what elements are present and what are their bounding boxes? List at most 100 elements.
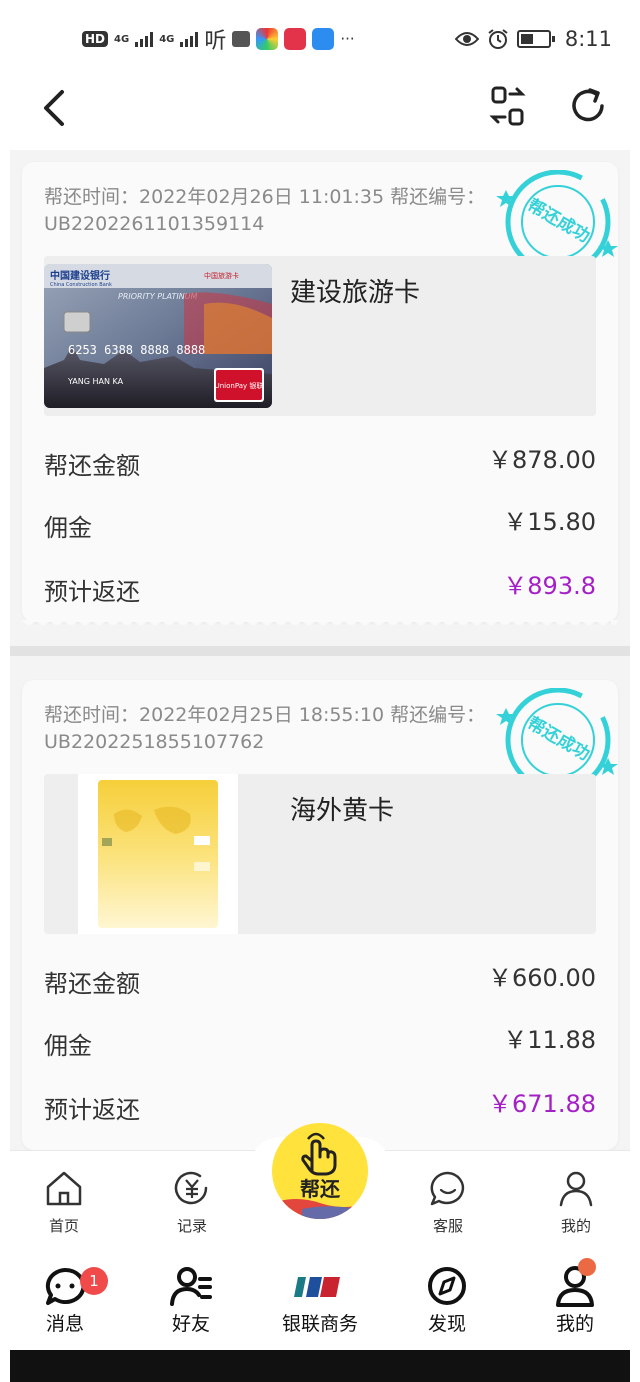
card-info: 海外黄卡	[44, 774, 596, 934]
repayment-records-list: 帮还时间：2022年02月26日 11:01:35 帮还编号： UB220226…	[10, 150, 630, 1150]
host-tab-messages[interactable]: 1 消息	[20, 1265, 110, 1349]
card-number: 6253 6388 8888 8888	[68, 343, 205, 357]
switch-view-button[interactable]	[488, 84, 528, 128]
red-app-icon	[284, 28, 307, 50]
host-tab-unionpay-label: 银联商务	[281, 1313, 358, 1335]
compass-icon	[428, 1267, 466, 1305]
repay-amount-row: 帮还金额 ￥878.00	[44, 440, 596, 480]
record-card[interactable]: 帮还时间：2022年02月25日 18:55:10 帮还编号： UB220225…	[22, 680, 618, 1150]
card-edge-decoration	[22, 620, 618, 625]
app-root: HD 4G 4G 听 ··· 8:11 帮还时间：2022年02月26日 11:…	[0, 0, 640, 1382]
hd-badge: HD	[82, 31, 109, 47]
repay-amount-label: 帮还金额	[44, 970, 140, 998]
return-label: 预计返还	[44, 1096, 140, 1124]
more-notifications: ···	[340, 30, 355, 48]
chevron-left-icon	[44, 90, 64, 126]
tab-help-repay[interactable]: 帮还	[272, 1123, 368, 1219]
back-button[interactable]	[36, 84, 76, 132]
record-meta: 帮还时间：2022年02月26日 11:01:35 帮还编号： UB220226…	[44, 184, 514, 238]
message-app-icon	[232, 31, 251, 47]
refresh-button[interactable]	[566, 84, 610, 128]
record-no-label: 帮还编号：	[390, 704, 486, 726]
return-value: ￥893.8	[503, 572, 596, 600]
fee-label: 佣金	[44, 1032, 92, 1060]
search-app-icon	[312, 28, 335, 50]
tab-records-label: 记录	[176, 1217, 207, 1235]
system-nav-bar	[10, 1350, 630, 1382]
page-header	[0, 78, 640, 138]
card-bank-name: 中国建设银行	[50, 269, 110, 282]
host-nav-bar: 1 消息 好友 银联商务 发现 我的	[10, 1255, 630, 1350]
record-no: UB2202261101359114	[44, 213, 265, 235]
tab-records[interactable]: 记录	[152, 1169, 232, 1247]
card-tag: 中国旅游卡	[204, 271, 239, 280]
card-holder: YANG HAN KA	[67, 377, 124, 386]
yuan-record-icon	[174, 1171, 208, 1205]
signal-icon	[135, 31, 154, 47]
record-no-label: 帮还编号：	[390, 186, 486, 208]
host-tab-messages-label: 消息	[45, 1313, 84, 1335]
section-divider	[10, 646, 630, 656]
record-card[interactable]: 帮还时间：2022年02月26日 11:01:35 帮还编号： UB220226…	[22, 162, 618, 625]
ccb-travel-card-image: 中国建设银行 China Construction Bank 中国旅游卡 PRI…	[44, 264, 272, 408]
tab-service-label: 客服	[432, 1217, 463, 1235]
record-meta: 帮还时间：2022年02月25日 18:55:10 帮还编号： UB220225…	[44, 702, 514, 756]
home-icon	[46, 1171, 82, 1206]
stamp-text: 帮还成功	[524, 195, 593, 247]
status-left: HD 4G 4G 听 ···	[82, 26, 355, 54]
repay-amount-row: 帮还金额 ￥660.00	[44, 958, 596, 998]
notification-dot	[578, 1258, 596, 1276]
network-label-2: 4G	[159, 33, 175, 45]
host-tab-discover-label: 发现	[427, 1313, 466, 1335]
battery-icon	[516, 30, 555, 48]
card-network: UnionPay 银联	[215, 381, 264, 390]
unionpay-logo	[294, 1277, 340, 1297]
friends-icon	[170, 1267, 212, 1306]
repay-amount-value: ￥878.00	[488, 446, 596, 474]
tab-service[interactable]: 客服	[408, 1169, 488, 1247]
ting-app-icon: 听	[204, 29, 227, 54]
return-label: 预计返还	[44, 578, 140, 606]
fee-row: 佣金 ￥11.88	[44, 1020, 596, 1060]
unread-badge: 1	[80, 1267, 108, 1295]
card-info: 中国建设银行 China Construction Bank 中国旅游卡 PRI…	[44, 256, 596, 416]
card-name: 建设旅游卡	[290, 278, 421, 308]
tab-home-label: 首页	[48, 1217, 79, 1235]
chat-bubble-icon	[430, 1171, 465, 1206]
host-tab-friends[interactable]: 好友	[146, 1265, 236, 1349]
fee-label: 佣金	[44, 514, 92, 542]
host-tab-unionpay[interactable]: 银联商务	[268, 1265, 372, 1349]
card-name: 海外黄卡	[290, 796, 395, 826]
refresh-icon	[572, 88, 604, 122]
card-bank-name-en: China Construction Bank	[50, 282, 112, 288]
repay-amount-value: ￥660.00	[488, 964, 596, 992]
fee-value: ￥11.88	[503, 1026, 596, 1054]
status-bar: HD 4G 4G 听 ··· 8:11	[0, 0, 640, 78]
switch-view-icon	[489, 86, 526, 126]
tap-hand-icon	[301, 1132, 337, 1176]
time-label: 帮还时间：	[44, 186, 140, 208]
host-tab-discover[interactable]: 发现	[402, 1265, 492, 1349]
host-tab-friends-label: 好友	[171, 1313, 210, 1335]
fee-value: ￥15.80	[503, 508, 596, 536]
tab-home[interactable]: 首页	[24, 1169, 104, 1247]
record-no: UB2202251855107762	[44, 731, 265, 753]
tab-mine-label: 我的	[560, 1217, 591, 1235]
overseas-yellow-card-image	[78, 774, 238, 934]
signal-icon-2	[180, 31, 199, 47]
record-time: 2022年02月26日 11:01:35	[139, 186, 385, 208]
user-icon	[559, 1171, 593, 1207]
network-label: 4G	[114, 33, 130, 45]
tab-mine[interactable]: 我的	[536, 1169, 616, 1247]
return-value: ￥671.88	[488, 1090, 596, 1118]
status-right: 8:11	[454, 26, 612, 52]
alarm-icon	[488, 29, 508, 49]
host-tab-profile-label: 我的	[555, 1313, 594, 1335]
host-tab-profile[interactable]: 我的	[530, 1265, 620, 1349]
return-row: 预计返还 ￥893.8	[44, 566, 596, 606]
clock-time: 8:11	[564, 27, 612, 51]
return-row: 预计返还 ￥671.88	[44, 1084, 596, 1124]
repay-amount-label: 帮还金额	[44, 452, 140, 480]
time-label: 帮还时间：	[44, 704, 140, 726]
fee-row: 佣金 ￥15.80	[44, 502, 596, 542]
